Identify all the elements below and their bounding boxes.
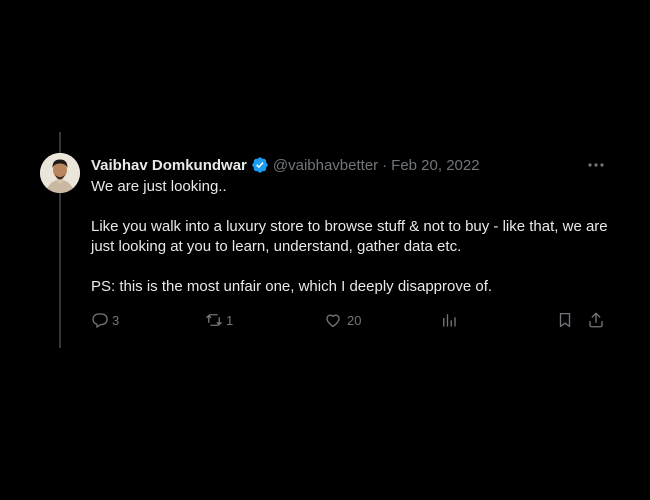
- separator-dot: ·: [382, 156, 388, 174]
- reply-button[interactable]: 3: [91, 309, 119, 331]
- more-options-icon[interactable]: [585, 155, 607, 175]
- author-name[interactable]: Vaibhav Domkundwar: [91, 157, 247, 174]
- views-icon: [443, 314, 456, 327]
- tweet-text: We are just looking.. Like you walk into…: [91, 177, 616, 297]
- share-icon: [589, 312, 603, 328]
- like-icon: [326, 314, 340, 328]
- author-handle[interactable]: @vaibhavbetter: [273, 157, 378, 174]
- tweet-paragraph: Like you walk into a luxury store to bro…: [91, 218, 608, 255]
- bookmark-icon: [559, 312, 571, 328]
- reply-count: 3: [112, 312, 120, 328]
- retweet-button[interactable]: 1: [205, 309, 233, 331]
- tweet-paragraph: PS: this is the most unfair one, which I…: [91, 278, 493, 295]
- tweet-date[interactable]: Feb 20, 2022: [391, 157, 479, 174]
- like-button[interactable]: 20: [324, 309, 361, 331]
- share-button[interactable]: [587, 309, 605, 331]
- like-count: 20: [347, 312, 362, 328]
- verified-badge-icon: [251, 156, 269, 174]
- views-button[interactable]: [440, 309, 458, 331]
- tweet-paragraph: We are just looking..: [91, 178, 227, 195]
- avatar[interactable]: [40, 153, 80, 193]
- avatar-image: [40, 153, 80, 193]
- retweet-icon: [206, 314, 222, 326]
- tweet-card: Vaibhav Domkundwar @vaibhavbetter · Feb …: [0, 0, 650, 500]
- bookmark-button[interactable]: [556, 309, 574, 331]
- tweet-header: Vaibhav Domkundwar @vaibhavbetter · Feb …: [91, 155, 480, 175]
- reply-icon: [92, 313, 108, 328]
- retweet-count: 1: [226, 312, 234, 328]
- action-bar: 3 1 20: [91, 309, 611, 331]
